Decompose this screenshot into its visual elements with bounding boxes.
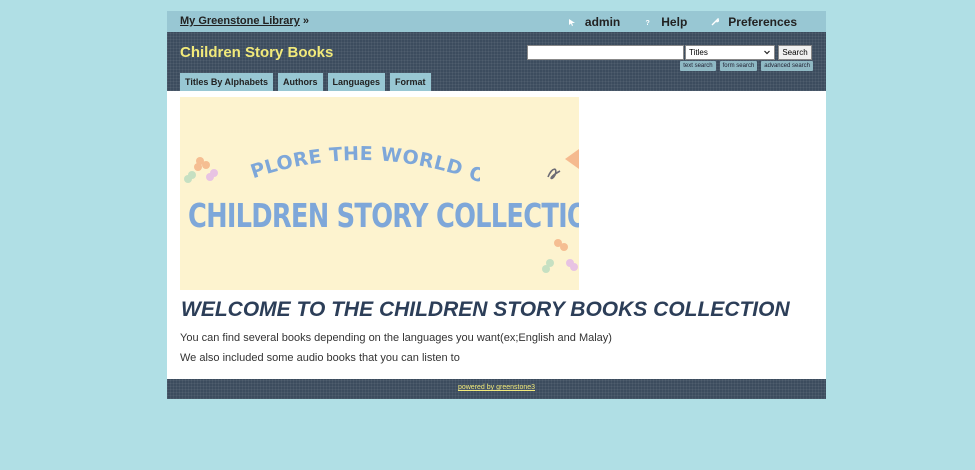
flower-decoration-right — [542, 239, 578, 273]
powered-by-link[interactable]: powered by greenstone3 — [167, 384, 826, 391]
form-search-link[interactable]: form search — [719, 61, 758, 71]
top-bar: My Greenstone Library » admin ? Help Pre… — [167, 11, 826, 32]
home-library-link[interactable]: My Greenstone Library — [180, 15, 300, 27]
tab-titles-by-alphabets[interactable]: Titles By Alphabets — [180, 73, 274, 91]
user-icon — [568, 18, 576, 26]
advanced-search-link[interactable]: advanced search — [761, 61, 813, 71]
tab-authors[interactable]: Authors — [278, 73, 323, 91]
admin-link[interactable]: admin — [568, 15, 620, 29]
preferences-link[interactable]: Preferences — [711, 15, 797, 29]
svg-text:?: ? — [646, 20, 650, 26]
search-mode-links: text search form search advanced search — [676, 61, 813, 71]
audio-books-paragraph: We also included some audio books that y… — [180, 352, 460, 364]
intro-paragraph: You can find several books depending on … — [180, 332, 612, 344]
page-container: My Greenstone Library » admin ? Help Pre… — [167, 11, 826, 399]
wrench-icon — [711, 17, 720, 26]
collection-banner-image: EXPLORE THE WORLD OF CHILDREN STORY COLL… — [180, 97, 579, 290]
top-links: admin ? Help Preferences — [544, 13, 797, 30]
admin-link-label: admin — [584, 14, 621, 29]
help-link[interactable]: ? Help — [644, 14, 688, 29]
banner-subtitle-arc: EXPLORE THE WORLD OF — [242, 145, 480, 185]
welcome-heading: WELCOME TO THE CHILDREN STORY BOOKS COLL… — [181, 298, 790, 321]
help-icon: ? — [644, 18, 652, 26]
banner-title: CHILDREN STORY COLLECTION — [188, 196, 579, 235]
search-button[interactable]: Search — [778, 45, 812, 60]
search-field-select[interactable]: Titles — [685, 45, 775, 60]
collection-title: Children Story Books — [180, 44, 334, 61]
browse-tabs: Titles By Alphabets Authors Languages Fo… — [180, 73, 436, 91]
banner-decoration — [184, 149, 579, 273]
collection-header: Children Story Books Titles Search text … — [167, 32, 826, 91]
pencil-decoration — [547, 149, 579, 180]
help-link-label: Help — [661, 14, 688, 29]
chevron-down-icon — [763, 48, 771, 58]
flower-decoration-left — [184, 157, 218, 183]
svg-text:EXPLORE THE WORLD OF: EXPLORE THE WORLD OF — [242, 145, 480, 185]
tab-format[interactable]: Format — [390, 73, 431, 91]
main-content: EXPLORE THE WORLD OF CHILDREN STORY COLL… — [167, 91, 826, 379]
breadcrumb: My Greenstone Library » — [180, 15, 309, 27]
preferences-link-label: Preferences — [728, 14, 797, 29]
breadcrumb-separator: » — [299, 15, 310, 27]
search-input[interactable] — [527, 45, 684, 60]
tab-languages[interactable]: Languages — [327, 73, 386, 91]
footer: powered by greenstone3 — [167, 379, 826, 399]
text-search-link[interactable]: text search — [680, 61, 716, 71]
search-field-value: Titles — [689, 48, 708, 57]
